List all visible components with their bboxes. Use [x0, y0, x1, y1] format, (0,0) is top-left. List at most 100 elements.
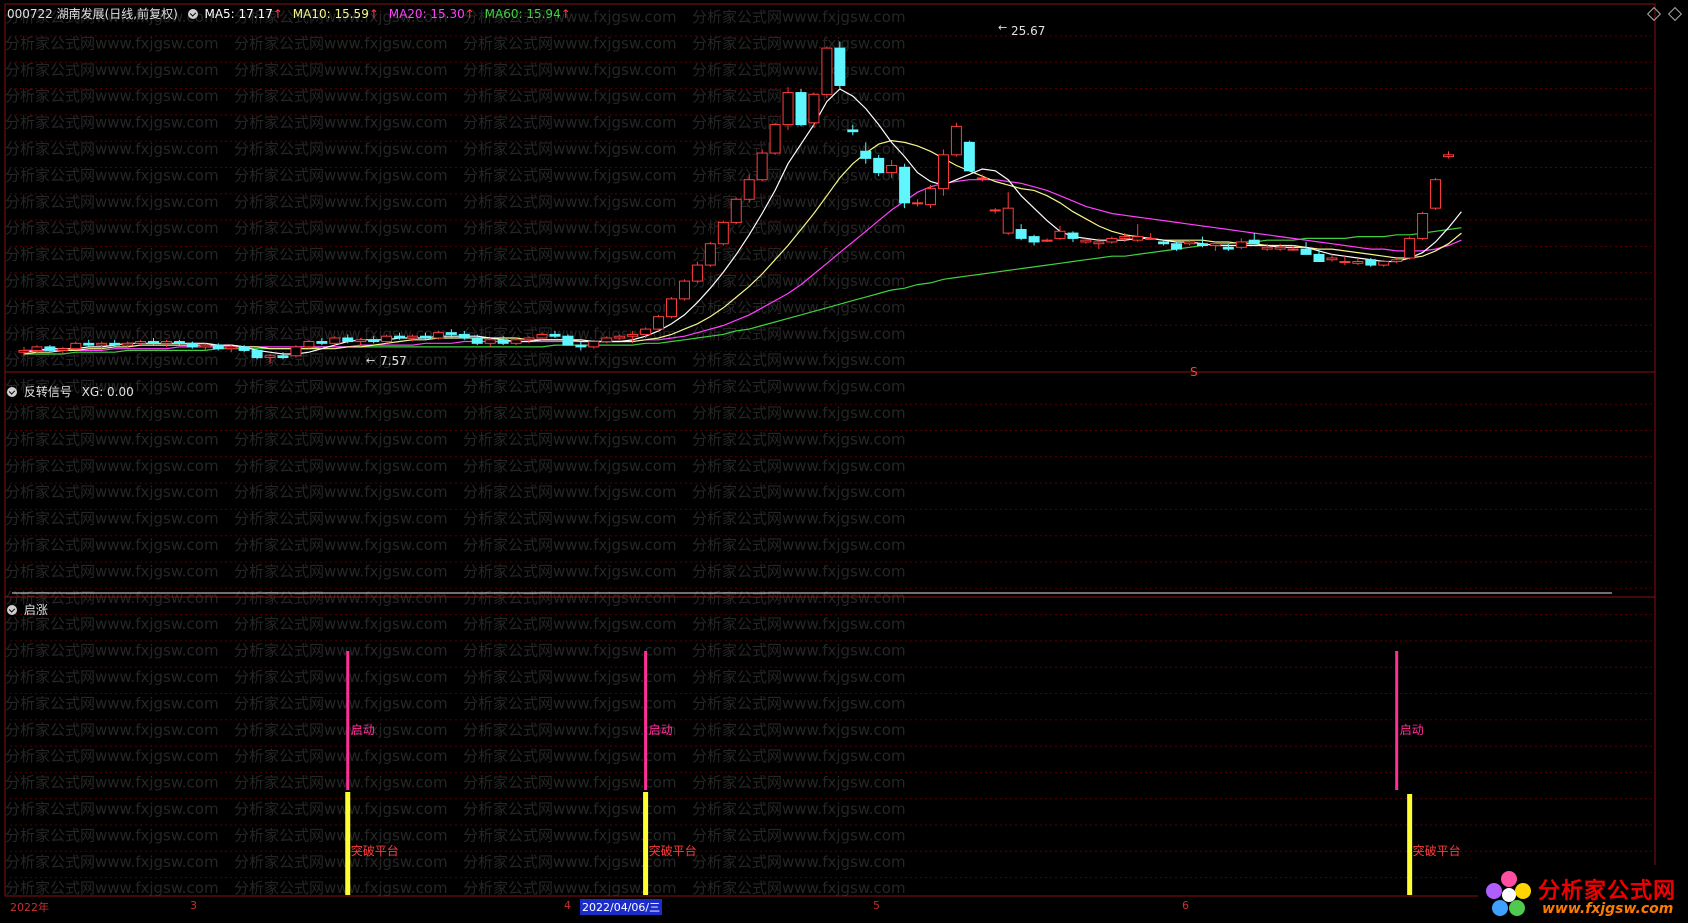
candle-body	[627, 333, 639, 337]
watermark-text: 分析家公式网www.fxjgsw.com	[234, 615, 448, 633]
watermark-text: 分析家公式网www.fxjgsw.com	[5, 193, 219, 211]
ma5-value: MA5: 17.17	[204, 7, 273, 21]
candle	[950, 122, 962, 157]
watermark-text: 分析家公式网www.fxjgsw.com	[5, 774, 219, 792]
candle-body	[808, 93, 820, 124]
rise-pane-toggle-icon[interactable]	[7, 605, 17, 615]
candle-body	[963, 141, 975, 172]
candle-body	[186, 342, 198, 348]
watermark-text: 分析家公式网www.fxjgsw.com	[692, 668, 906, 686]
watermark-text: 分析家公式网www.fxjgsw.com	[463, 589, 677, 607]
candle-body	[238, 346, 250, 351]
date-label-april: 4	[564, 899, 571, 912]
candle-body	[1119, 236, 1131, 239]
candle	[691, 261, 703, 283]
watermark-text: 分析家公式网www.fxjgsw.com	[692, 642, 906, 660]
candle-body	[109, 342, 121, 346]
low-price-label: 7.57	[380, 354, 407, 368]
date-axis[interactable]: 2022年 3 4 2022/04/06/三 5 6	[0, 897, 1688, 917]
watermark-text: 分析家公式网www.fxjgsw.com	[692, 34, 906, 52]
candle-body	[1287, 248, 1299, 251]
candle-body	[432, 332, 444, 339]
stock-chart: 分析家公式网www.fxjgsw.com 分析家公式网www.fxjgsw.com…	[4, 3, 1656, 897]
watermark-text: 分析家公式网www.fxjgsw.com	[463, 87, 677, 105]
watermark-text: 分析家公式网www.fxjgsw.com	[692, 800, 906, 818]
candle	[1404, 236, 1416, 260]
watermark-text: 分析家公式网www.fxjgsw.com	[463, 430, 677, 448]
date-label-june: 6	[1182, 899, 1189, 912]
date-label-may: 5	[873, 899, 880, 912]
candle-body	[756, 152, 768, 181]
candle	[1313, 249, 1325, 263]
watermark-text: 分析家公式网www.fxjgsw.com	[463, 615, 677, 633]
candle-body	[1365, 259, 1377, 266]
watermark-text: 分析家公式网www.fxjgsw.com	[234, 430, 448, 448]
candle-body	[834, 47, 846, 86]
candle	[1184, 240, 1195, 246]
candle-body	[950, 125, 962, 156]
candle-body	[303, 341, 315, 348]
candle-body	[640, 328, 652, 335]
candle-body	[394, 335, 406, 339]
watermark-text: 分析家公式网www.fxjgsw.com	[5, 298, 219, 316]
candle	[1171, 241, 1183, 251]
candle-body	[588, 341, 600, 348]
candle-body	[1274, 246, 1286, 250]
candle	[1222, 243, 1234, 251]
candle	[575, 341, 587, 351]
watermark-text: 分析家公式网www.fxjgsw.com	[234, 668, 448, 686]
candle-body	[717, 221, 729, 245]
watermark-text: 分析家公式网www.fxjgsw.com	[5, 166, 219, 184]
flower-logo-icon	[1486, 871, 1531, 916]
candle-body	[264, 355, 276, 359]
candle	[795, 89, 807, 127]
candle-body	[1080, 239, 1092, 243]
watermark-text: 分析家公式网www.fxjgsw.com	[692, 404, 906, 422]
pane-toggle-icon[interactable]	[187, 9, 198, 19]
reversal-pane-header: 反转信号 XG: 0.00	[7, 383, 134, 400]
candle-body	[1028, 236, 1040, 243]
watermark-text: 分析家公式网www.fxjgsw.com	[5, 668, 219, 686]
watermark-text: 分析家公式网www.fxjgsw.com	[5, 510, 219, 528]
candle	[251, 348, 263, 360]
candle	[678, 279, 690, 301]
watermark-text: 分析家公式网www.fxjgsw.com	[5, 430, 219, 448]
watermark-text: 分析家公式网www.fxjgsw.com	[234, 562, 448, 580]
watermark-text: 分析家公式网www.fxjgsw.com	[463, 114, 677, 132]
rise-pane-header: 启涨	[7, 601, 48, 618]
watermark-text: 分析家公式网www.fxjgsw.com	[463, 510, 677, 528]
watermark-text: 分析家公式网www.fxjgsw.com	[463, 34, 677, 52]
watermark-text: 分析家公式网www.fxjgsw.com	[463, 246, 677, 264]
watermark-text: 分析家公式网www.fxjgsw.com	[5, 853, 219, 871]
breakout-signal-label: 突破平台	[649, 843, 697, 858]
watermark-text: 分析家公式网www.fxjgsw.com	[5, 562, 219, 580]
watermark-text: 分析家公式网www.fxjgsw.com	[692, 774, 906, 792]
candle-body	[471, 337, 483, 344]
watermark-text: 分析家公式网www.fxjgsw.com	[692, 510, 906, 528]
reversal-pane-toggle-icon[interactable]	[7, 387, 17, 397]
watermark-text: 分析家公式网www.fxjgsw.com	[692, 351, 906, 369]
candle	[1391, 257, 1403, 264]
watermark-text: 分析家公式网www.fxjgsw.com	[5, 61, 219, 79]
watermark-text: 分析家公式网www.fxjgsw.com	[692, 483, 906, 501]
candle-body	[1015, 229, 1027, 239]
candle-body	[225, 346, 237, 350]
candle-body	[212, 344, 224, 350]
candle-body	[497, 339, 509, 344]
watermark-text: 分析家公式网www.fxjgsw.com	[5, 114, 219, 132]
watermark-text: 分析家公式网www.fxjgsw.com	[234, 34, 448, 52]
watermark-text: 分析家公式网www.fxjgsw.com	[5, 246, 219, 264]
candle-body	[510, 339, 522, 344]
breakout-signal-bar	[1407, 794, 1413, 895]
candle-body	[1391, 259, 1403, 263]
watermark-text: 分析家公式网www.fxjgsw.com	[234, 826, 448, 844]
candle	[484, 337, 496, 347]
watermark-text: 分析家公式网www.fxjgsw.com	[692, 457, 906, 475]
candle	[730, 197, 742, 225]
candle-body	[976, 177, 988, 180]
watermark-text: 分析家公式网www.fxjgsw.com	[692, 430, 906, 448]
candle-body	[57, 348, 69, 351]
watermark-text: 分析家公式网www.fxjgsw.com	[463, 562, 677, 580]
watermark-text: 分析家公式网www.fxjgsw.com	[5, 457, 219, 475]
breakout-signal-bar	[345, 792, 351, 895]
